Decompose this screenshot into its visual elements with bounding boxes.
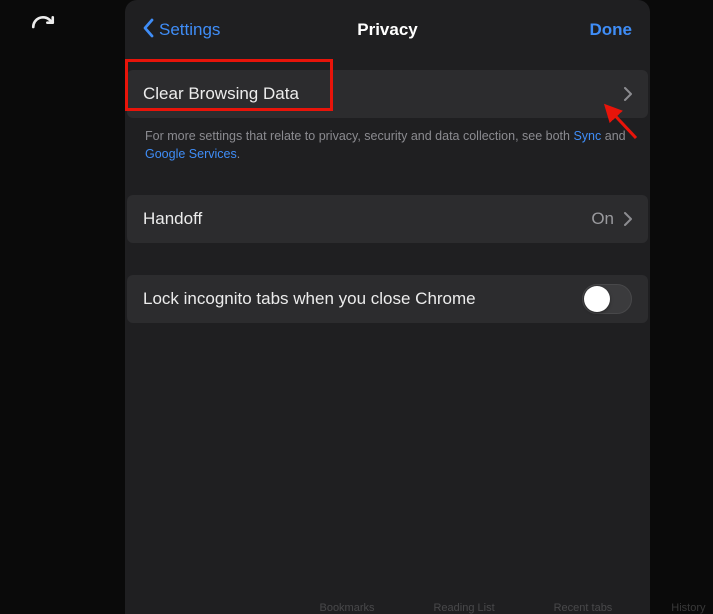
refresh-icon[interactable]	[30, 14, 56, 40]
back-label: Settings	[159, 20, 220, 40]
row-label: Lock incognito tabs when you close Chrom…	[143, 289, 476, 309]
toggle-knob	[584, 286, 610, 312]
privacy-settings-panel: Settings Privacy Done Clear Browsing Dat…	[125, 0, 650, 614]
page-title: Privacy	[357, 20, 418, 40]
tab-reading-list[interactable]: Reading List	[433, 602, 494, 614]
footer-text: and	[601, 129, 625, 143]
row-value: On	[591, 209, 614, 229]
footer-text: For more settings that relate to privacy…	[145, 129, 573, 143]
tab-bookmarks[interactable]: Bookmarks	[319, 602, 374, 614]
handoff-row[interactable]: Handoff On	[127, 195, 648, 243]
clear-browsing-data-row[interactable]: Clear Browsing Data	[127, 70, 648, 118]
done-button[interactable]: Done	[590, 20, 633, 40]
settings-content: Clear Browsing Data For more settings th…	[125, 60, 650, 614]
lock-incognito-toggle[interactable]	[582, 284, 632, 314]
google-services-link[interactable]: Google Services	[145, 147, 237, 161]
navigation-bar: Settings Privacy Done	[125, 0, 650, 60]
sync-link[interactable]: Sync	[573, 129, 601, 143]
lock-incognito-row: Lock incognito tabs when you close Chrom…	[127, 275, 648, 323]
tab-history[interactable]: History	[671, 602, 705, 614]
footer-text: .	[237, 147, 240, 161]
chevron-left-icon	[143, 18, 155, 43]
tab-recent-tabs[interactable]: Recent tabs	[554, 602, 613, 614]
back-button[interactable]: Settings	[143, 18, 220, 43]
row-label: Clear Browsing Data	[143, 84, 299, 104]
privacy-footer-note: For more settings that relate to privacy…	[127, 118, 648, 163]
chevron-right-icon	[624, 212, 632, 226]
chevron-right-icon	[624, 87, 632, 101]
row-label: Handoff	[143, 209, 202, 229]
bottom-tab-bar: Bookmarks Reading List Recent tabs Histo…	[250, 594, 713, 614]
